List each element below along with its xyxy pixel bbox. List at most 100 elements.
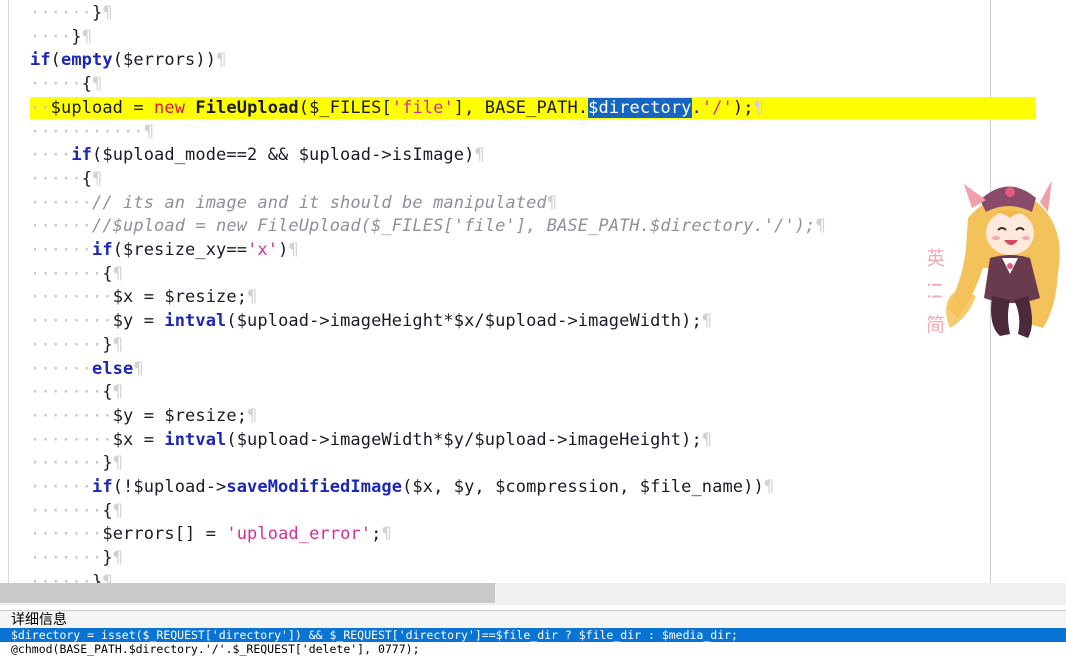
code-token: //$upload = new FileUpload($_FILES['file…	[92, 216, 816, 237]
pilcrow-mark: ¶	[81, 26, 93, 47]
code-token: ], BASE_PATH.	[453, 97, 589, 118]
pilcrow-mark: ¶	[546, 192, 558, 213]
pilcrow-mark: ¶	[112, 334, 124, 355]
pilcrow-mark: ¶	[102, 571, 113, 583]
pilcrow-mark: ¶	[474, 145, 485, 166]
code-line[interactable]: ·······}¶	[30, 334, 123, 356]
code-token: 'x'	[247, 240, 279, 260]
code-line[interactable]: ········$y = $resize;¶	[30, 405, 257, 427]
output-line[interactable]: @chmod(BASE_PATH.$directory.'/'.$_REQUES…	[0, 642, 1066, 656]
output-panel-title: 详细信息	[0, 610, 1066, 628]
code-line[interactable]: ······// its an image and it should be m…	[30, 192, 557, 214]
mascot-widget-icon[interactable]: 英 !! 简	[928, 178, 1066, 343]
indent-whitespace: ·······	[30, 453, 103, 474]
code-line[interactable]: ······if($resize_xy=='x')¶	[30, 239, 299, 261]
code-line[interactable]: ····if($upload_mode==2 && $upload->isIma…	[30, 144, 485, 166]
code-line[interactable]: ········$x = $resize;¶	[30, 286, 257, 308]
code-token: }	[92, 571, 103, 583]
code-token: $upload =	[50, 97, 155, 118]
code-token: ($upload->imageHeight*$x/$upload->imageW…	[226, 311, 702, 332]
code-token: ($upload->imageWidth*$y/$upload->imageHe…	[226, 429, 702, 450]
code-token: $_FILES[	[309, 97, 392, 118]
pilcrow-mark: ¶	[288, 240, 299, 260]
code-line[interactable]: ·······{¶	[30, 500, 123, 522]
indent-whitespace: ·····	[30, 74, 82, 95]
pilcrow-mark: ¶	[133, 358, 144, 379]
pilcrow-mark: ¶	[112, 453, 124, 474]
pilcrow-mark: ¶	[92, 74, 103, 95]
indent-whitespace: ····	[30, 26, 72, 47]
code-token: {	[102, 500, 113, 521]
code-line[interactable]: ······}¶	[30, 2, 113, 24]
indent-whitespace: ········	[30, 429, 113, 450]
code-line[interactable]: ·······$errors[] = 'upload_error';¶	[30, 523, 392, 545]
code-token: $x = $resize;	[112, 287, 248, 308]
indent-whitespace: ·······	[30, 548, 103, 569]
code-token: new	[154, 97, 186, 118]
code-token: )	[278, 240, 289, 260]
code-token: $errors	[123, 50, 196, 71]
pilcrow-mark: ¶	[753, 97, 764, 118]
output-line-selected[interactable]: $directory = isset($_REQUEST['directory'…	[0, 628, 1066, 642]
code-token: (	[50, 50, 62, 71]
code-line[interactable]: ······//$upload = new FileUpload($_FILES…	[30, 215, 826, 237]
code-line[interactable]: ···········¶	[30, 121, 154, 143]
code-token: {	[81, 168, 93, 189]
code-token: // its an image and it should be manipul…	[92, 192, 547, 213]
code-line[interactable]: ······}¶	[30, 571, 113, 583]
code-token: (!	[112, 477, 134, 497]
code-line[interactable]: ····}¶	[30, 26, 92, 48]
code-token: '/'	[701, 97, 733, 118]
code-token: else	[92, 358, 134, 379]
code-line[interactable]: ······else¶	[30, 358, 144, 380]
pilcrow-mark: ¶	[216, 50, 227, 71]
indent-whitespace: ······	[30, 477, 93, 497]
code-line[interactable]: ·····{¶	[30, 168, 102, 190]
indent-whitespace: ······	[30, 358, 93, 379]
pilcrow-mark: ¶	[92, 168, 103, 189]
indent-whitespace: ······	[30, 571, 93, 583]
code-line[interactable]: if(empty($errors))¶	[30, 49, 226, 71]
code-token: {	[102, 263, 113, 284]
code-token: 'file'	[391, 97, 454, 118]
code-token: if	[92, 240, 113, 260]
code-line[interactable]: ·····{¶	[30, 73, 102, 95]
mascot-label: 英 !! 简	[928, 248, 945, 338]
code-token: )	[464, 145, 475, 166]
code-token: ))	[195, 50, 217, 71]
code-token: $upload_mode==2 && $upload->isImage	[102, 145, 465, 166]
pilcrow-mark: ¶	[112, 263, 124, 284]
horizontal-scrollbar-thumb[interactable]	[0, 583, 495, 603]
code-token: ($x, $y, $compression, $file_name))	[402, 477, 764, 497]
pilcrow-mark: ¶	[112, 548, 124, 569]
pilcrow-mark: ¶	[701, 429, 713, 450]
code-token: }	[92, 3, 103, 23]
pilcrow-mark: ¶	[143, 121, 155, 142]
code-token: 'upload_error'	[226, 524, 372, 545]
pilcrow-mark: ¶	[112, 500, 124, 521]
code-token: saveModifiedImage	[226, 477, 403, 497]
pilcrow-mark: ¶	[247, 405, 258, 426]
pilcrow-mark: ¶	[112, 382, 124, 403]
code-token: (	[298, 97, 310, 118]
indent-whitespace: ·······	[30, 263, 103, 284]
code-line[interactable]: ·······}¶	[30, 452, 123, 474]
code-token: $y = $resize;	[112, 405, 248, 426]
code-editor[interactable]: ······}¶ ····}¶ if(empty($errors))¶ ·····{¶…	[0, 0, 1066, 583]
pilcrow-mark: ¶	[763, 477, 775, 497]
code-token: $y =	[112, 311, 165, 332]
code-line[interactable]: ·······{¶	[30, 263, 123, 285]
indent-whitespace: ·····	[30, 168, 82, 189]
code-line[interactable]: ·······}¶	[30, 547, 123, 569]
code-line[interactable]: ········$x = intval($upload->imageWidth*…	[30, 429, 712, 451]
indent-whitespace: ········	[30, 405, 113, 426]
code-token: ;	[371, 524, 382, 545]
code-line[interactable]: ········$y = intval($upload->imageHeight…	[30, 310, 712, 332]
code-line[interactable]: ······if(!$upload->saveModifiedImage($x,…	[30, 476, 774, 498]
code-line-current[interactable]: ··$upload = new FileUpload($_FILES['file…	[30, 96, 1036, 119]
code-token: if	[30, 50, 51, 71]
indent-whitespace: ·······	[30, 334, 103, 355]
code-line[interactable]: ·······{¶	[30, 381, 123, 403]
indent-whitespace: ······	[30, 3, 93, 23]
code-token: intval	[164, 429, 227, 450]
